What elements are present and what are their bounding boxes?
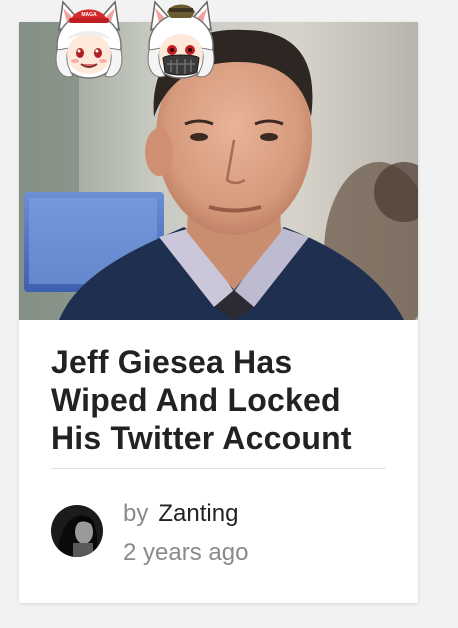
masked-anime-wolf-girl-badge[interactable] — [141, 0, 221, 82]
article-card[interactable]: Jeff Giesea Has Wiped And Locked His Twi… — [19, 22, 418, 603]
divider — [51, 468, 386, 469]
author-name[interactable]: Zanting — [158, 500, 238, 527]
wolf-girl-icon — [147, 0, 215, 79]
hat-text: MAGA — [81, 12, 97, 18]
smiling-anime-wolf-girl-badge[interactable]: MAGA — [49, 0, 129, 82]
post-timestamp: 2 years ago — [123, 539, 249, 566]
byline-prefix: by — [123, 500, 149, 527]
author-avatar[interactable] — [51, 505, 103, 557]
byline: by Zanting — [123, 498, 238, 530]
avatar-image — [51, 505, 103, 557]
wolf-girl-icon: MAGA — [55, 0, 123, 79]
article-title[interactable]: Jeff Giesea Has Wiped And Locked His Twi… — [51, 343, 391, 457]
